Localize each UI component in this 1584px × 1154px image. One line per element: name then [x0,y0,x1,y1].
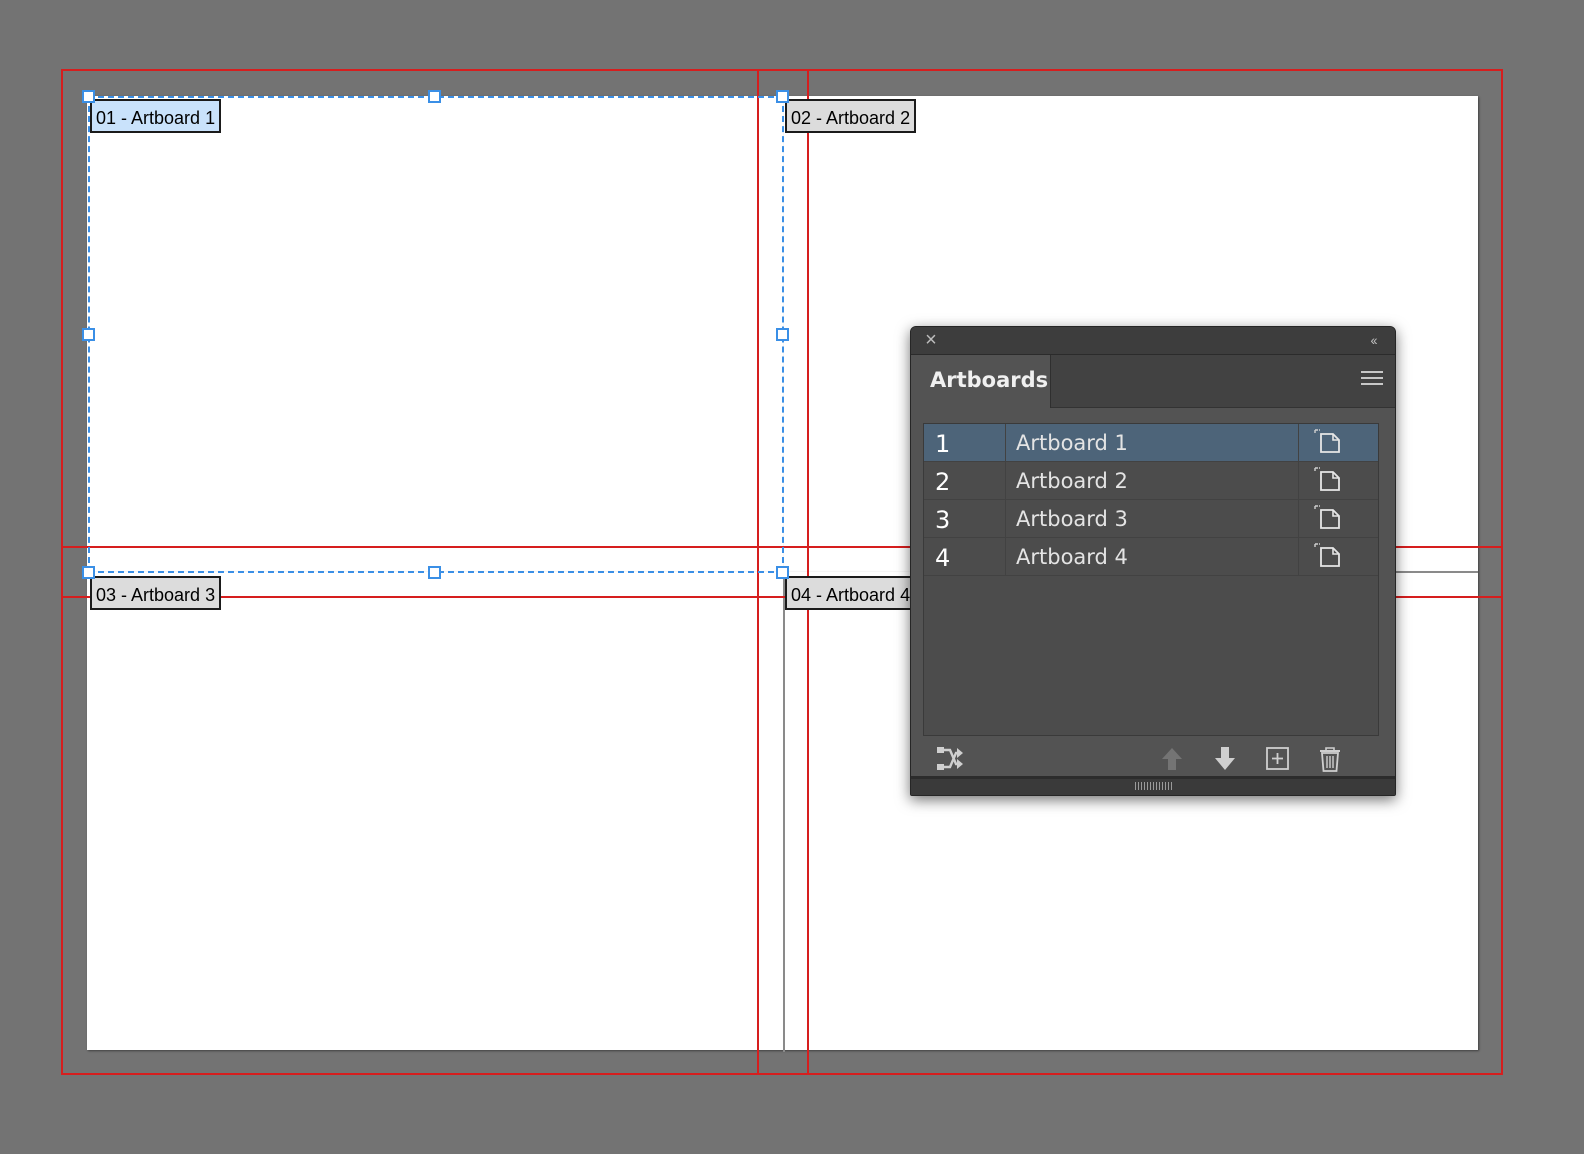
bleed-top [61,69,1503,71]
list-item[interactable]: 2 Artboard 2 [924,462,1378,500]
bleed-bottom [61,1073,1503,1075]
move-up-icon[interactable] [1157,744,1187,774]
artboard-4-label[interactable]: 04 - Artboard 4 [785,576,917,610]
rearrange-icon[interactable] [935,744,965,774]
handle-bottom-right[interactable] [776,566,789,579]
artboard-name[interactable]: Artboard 2 [1016,462,1296,499]
artboards-panel: × ‹‹ Artboards 1 Artboard 1 2 Artboard 2… [910,326,1396,796]
panel-footer [911,736,1395,778]
panel-menu-icon[interactable] [1361,371,1383,389]
panel-titlebar[interactable]: × ‹‹ [911,327,1395,355]
artboard-options-icon[interactable] [1298,462,1380,499]
handle-middle-right[interactable] [776,328,789,341]
handle-bottom-middle[interactable] [428,566,441,579]
bleed-right [1501,69,1503,1075]
artboard-1-label[interactable]: 01 - Artboard 1 [90,99,222,133]
artboard-options-icon[interactable] [1298,538,1380,575]
handle-top-right[interactable] [776,90,789,103]
list-item[interactable]: 3 Artboard 3 [924,500,1378,538]
guide-vertical-1 [757,69,759,1075]
artboard-divider-horizontal [1392,571,1478,573]
move-down-icon[interactable] [1210,744,1240,774]
bleed-left [61,69,63,1075]
collapse-icon[interactable]: ‹‹ [1363,330,1383,350]
artboard-3-label[interactable]: 03 - Artboard 3 [90,576,222,610]
artboard-list: 1 Artboard 1 2 Artboard 2 3 Artboard 3 4… [923,423,1379,736]
artboard-3[interactable] [87,572,784,1050]
artboard-divider-vertical [783,572,785,1052]
panel-resize-handle[interactable] [911,776,1395,795]
artboard-name[interactable]: Artboard 3 [1016,500,1296,537]
close-icon[interactable]: × [921,330,941,350]
artboard-2-label[interactable]: 02 - Artboard 2 [785,99,917,133]
artboard-name[interactable]: Artboard 1 [1016,424,1296,461]
handle-top-left[interactable] [82,90,95,103]
new-artboard-icon[interactable] [1263,744,1293,774]
delete-icon[interactable] [1315,744,1345,774]
list-item[interactable]: 4 Artboard 4 [924,538,1378,576]
panel-tabbar: Artboards [911,355,1395,408]
handle-bottom-left[interactable] [82,566,95,579]
artboard-options-icon[interactable] [1298,424,1380,461]
artboard-name[interactable]: Artboard 4 [1016,538,1296,575]
artboard-number: 2 [924,462,1006,499]
grip-icon [1135,782,1173,790]
handle-top-middle[interactable] [428,90,441,103]
artboard-number: 1 [924,424,1006,461]
artboard-1[interactable] [87,96,784,572]
handle-middle-left[interactable] [82,328,95,341]
list-item[interactable]: 1 Artboard 1 [924,424,1378,462]
guide-vertical-2 [807,69,809,1075]
artboard-number: 3 [924,500,1006,537]
artboard-options-icon[interactable] [1298,500,1380,537]
tab-artboards[interactable]: Artboards [911,355,1051,408]
artboard-number: 4 [924,538,1006,575]
